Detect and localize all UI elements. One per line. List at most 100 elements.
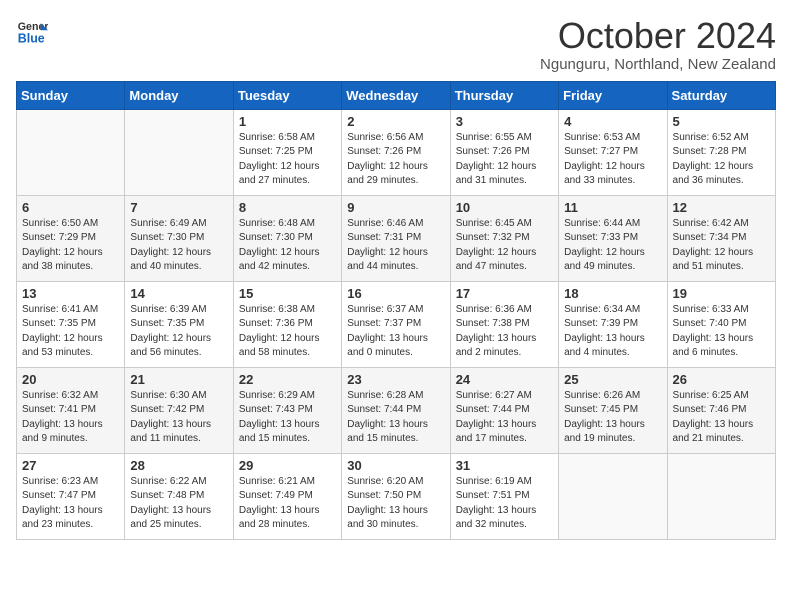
day-number: 15 [239, 286, 336, 301]
day-number: 29 [239, 458, 336, 473]
week-row: 1 Sunrise: 6:58 AM Sunset: 7:25 PM Daylig… [17, 109, 776, 195]
day-info: Sunrise: 6:58 AM Sunset: 7:25 PM Dayligh… [239, 131, 336, 189]
day-number: 13 [22, 286, 119, 301]
calendar-header: SundayMondayTuesdayWednesdayThursdayFrid… [17, 81, 776, 109]
day-info: Sunrise: 6:28 AM Sunset: 7:44 PM Dayligh… [347, 389, 444, 447]
day-cell: 6 Sunrise: 6:50 AM Sunset: 7:29 PM Daylig… [17, 195, 125, 281]
day-cell: 8Sunrise: 6:48 AM Sunset: 7:30 PM Daylig… [233, 195, 341, 281]
day-info: Sunrise: 6:20 AM Sunset: 7:50 PM Dayligh… [347, 475, 444, 533]
day-cell: 13 Sunrise: 6:41 AM Sunset: 7:35 PM Dayli… [17, 281, 125, 367]
day-number: 9 [347, 200, 444, 215]
day-info: Sunrise: 6:23 AM Sunset: 7:47 PM Dayligh… [22, 475, 119, 533]
day-cell: 2 Sunrise: 6:56 AM Sunset: 7:26 PM Daylig… [342, 109, 450, 195]
day-info: Sunrise: 6:37 AM Sunset: 7:37 PM Dayligh… [347, 303, 444, 361]
day-info: Sunrise: 6:42 AM Sunset: 7:34 PM Dayligh… [673, 217, 770, 275]
day-info: Sunrise: 6:49 AM Sunset: 7:30 PM Dayligh… [130, 217, 227, 275]
week-row: 13 Sunrise: 6:41 AM Sunset: 7:35 PM Dayli… [17, 281, 776, 367]
day-number: 23 [347, 372, 444, 387]
day-number: 4 [564, 114, 661, 129]
day-info: Sunrise: 6:33 AM Sunset: 7:40 PM Dayligh… [673, 303, 770, 361]
day-cell [559, 453, 667, 539]
day-info: Sunrise: 6:55 AM Sunset: 7:26 PM Dayligh… [456, 131, 553, 189]
header-day: Tuesday [233, 81, 341, 109]
day-info: Sunrise: 6:32 AM Sunset: 7:41 PM Dayligh… [22, 389, 119, 447]
day-info: Sunrise: 6:30 AM Sunset: 7:42 PM Dayligh… [130, 389, 227, 447]
day-cell: 15 Sunrise: 6:38 AM Sunset: 7:36 PM Dayli… [233, 281, 341, 367]
day-info: Sunrise: 6:44 AM Sunset: 7:33 PM Dayligh… [564, 217, 661, 275]
day-info: Sunrise: 6:48 AM Sunset: 7:30 PM Dayligh… [239, 217, 336, 275]
day-number: 22 [239, 372, 336, 387]
day-number: 12 [673, 200, 770, 215]
day-info: Sunrise: 6:46 AM Sunset: 7:31 PM Dayligh… [347, 217, 444, 275]
day-cell: 19 Sunrise: 6:33 AM Sunset: 7:40 PM Dayli… [667, 281, 775, 367]
day-number: 1 [239, 114, 336, 129]
day-number: 30 [347, 458, 444, 473]
day-cell: 29Sunrise: 6:21 AM Sunset: 7:49 PM Dayli… [233, 453, 341, 539]
day-number: 11 [564, 200, 661, 215]
day-info: Sunrise: 6:45 AM Sunset: 7:32 PM Dayligh… [456, 217, 553, 275]
day-cell: 5 Sunrise: 6:52 AM Sunset: 7:28 PM Daylig… [667, 109, 775, 195]
day-number: 16 [347, 286, 444, 301]
day-number: 18 [564, 286, 661, 301]
day-cell: 7 Sunrise: 6:49 AM Sunset: 7:30 PM Daylig… [125, 195, 233, 281]
day-cell [17, 109, 125, 195]
day-info: Sunrise: 6:39 AM Sunset: 7:35 PM Dayligh… [130, 303, 227, 361]
day-info: Sunrise: 6:19 AM Sunset: 7:51 PM Dayligh… [456, 475, 553, 533]
day-number: 6 [22, 200, 119, 215]
month-title: October 2024 [540, 16, 776, 56]
day-cell: 21 Sunrise: 6:30 AM Sunset: 7:42 PM Dayli… [125, 367, 233, 453]
day-info: Sunrise: 6:34 AM Sunset: 7:39 PM Dayligh… [564, 303, 661, 361]
day-number: 10 [456, 200, 553, 215]
week-row: 27 Sunrise: 6:23 AM Sunset: 7:47 PM Dayli… [17, 453, 776, 539]
header-day: Monday [125, 81, 233, 109]
day-cell: 16 Sunrise: 6:37 AM Sunset: 7:37 PM Dayli… [342, 281, 450, 367]
day-cell: 20Sunrise: 6:32 AM Sunset: 7:41 PM Dayli… [17, 367, 125, 453]
week-row: 20Sunrise: 6:32 AM Sunset: 7:41 PM Dayli… [17, 367, 776, 453]
calendar-table: SundayMondayTuesdayWednesdayThursdayFrid… [16, 81, 776, 540]
header-day: Wednesday [342, 81, 450, 109]
header-day: Saturday [667, 81, 775, 109]
day-info: Sunrise: 6:50 AM Sunset: 7:29 PM Dayligh… [22, 217, 119, 275]
day-info: Sunrise: 6:52 AM Sunset: 7:28 PM Dayligh… [673, 131, 770, 189]
day-info: Sunrise: 6:29 AM Sunset: 7:43 PM Dayligh… [239, 389, 336, 447]
day-cell: 28Sunrise: 6:22 AM Sunset: 7:48 PM Dayli… [125, 453, 233, 539]
day-number: 17 [456, 286, 553, 301]
day-cell: 22 Sunrise: 6:29 AM Sunset: 7:43 PM Dayli… [233, 367, 341, 453]
day-info: Sunrise: 6:27 AM Sunset: 7:44 PM Dayligh… [456, 389, 553, 447]
day-number: 7 [130, 200, 227, 215]
day-cell: 17 Sunrise: 6:36 AM Sunset: 7:38 PM Dayli… [450, 281, 558, 367]
week-row: 6 Sunrise: 6:50 AM Sunset: 7:29 PM Daylig… [17, 195, 776, 281]
day-info: Sunrise: 6:25 AM Sunset: 7:46 PM Dayligh… [673, 389, 770, 447]
page-header: General Blue October 2024 Ngunguru, Nort… [16, 16, 776, 73]
day-info: Sunrise: 6:22 AM Sunset: 7:48 PM Dayligh… [130, 475, 227, 533]
day-cell: 9 Sunrise: 6:46 AM Sunset: 7:31 PM Daylig… [342, 195, 450, 281]
day-cell [125, 109, 233, 195]
day-cell [667, 453, 775, 539]
day-cell: 18 Sunrise: 6:34 AM Sunset: 7:39 PM Dayli… [559, 281, 667, 367]
day-number: 24 [456, 372, 553, 387]
day-info: Sunrise: 6:26 AM Sunset: 7:45 PM Dayligh… [564, 389, 661, 447]
day-cell: 11 Sunrise: 6:44 AM Sunset: 7:33 PM Dayli… [559, 195, 667, 281]
svg-text:Blue: Blue [18, 32, 45, 46]
day-number: 2 [347, 114, 444, 129]
day-number: 5 [673, 114, 770, 129]
day-info: Sunrise: 6:56 AM Sunset: 7:26 PM Dayligh… [347, 131, 444, 189]
day-cell: 26Sunrise: 6:25 AM Sunset: 7:46 PM Dayli… [667, 367, 775, 453]
header-day: Friday [559, 81, 667, 109]
day-cell: 12 Sunrise: 6:42 AM Sunset: 7:34 PM Dayli… [667, 195, 775, 281]
day-number: 27 [22, 458, 119, 473]
day-number: 21 [130, 372, 227, 387]
day-info: Sunrise: 6:41 AM Sunset: 7:35 PM Dayligh… [22, 303, 119, 361]
day-info: Sunrise: 6:36 AM Sunset: 7:38 PM Dayligh… [456, 303, 553, 361]
day-cell: 4 Sunrise: 6:53 AM Sunset: 7:27 PM Daylig… [559, 109, 667, 195]
logo-icon: General Blue [16, 16, 48, 48]
day-cell: 30 Sunrise: 6:20 AM Sunset: 7:50 PM Dayli… [342, 453, 450, 539]
day-cell: 23 Sunrise: 6:28 AM Sunset: 7:44 PM Dayli… [342, 367, 450, 453]
day-cell: 27 Sunrise: 6:23 AM Sunset: 7:47 PM Dayli… [17, 453, 125, 539]
day-cell: 24 Sunrise: 6:27 AM Sunset: 7:44 PM Dayli… [450, 367, 558, 453]
day-number: 19 [673, 286, 770, 301]
day-info: Sunrise: 6:38 AM Sunset: 7:36 PM Dayligh… [239, 303, 336, 361]
day-info: Sunrise: 6:53 AM Sunset: 7:27 PM Dayligh… [564, 131, 661, 189]
day-cell: 10 Sunrise: 6:45 AM Sunset: 7:32 PM Dayli… [450, 195, 558, 281]
header-day: Sunday [17, 81, 125, 109]
